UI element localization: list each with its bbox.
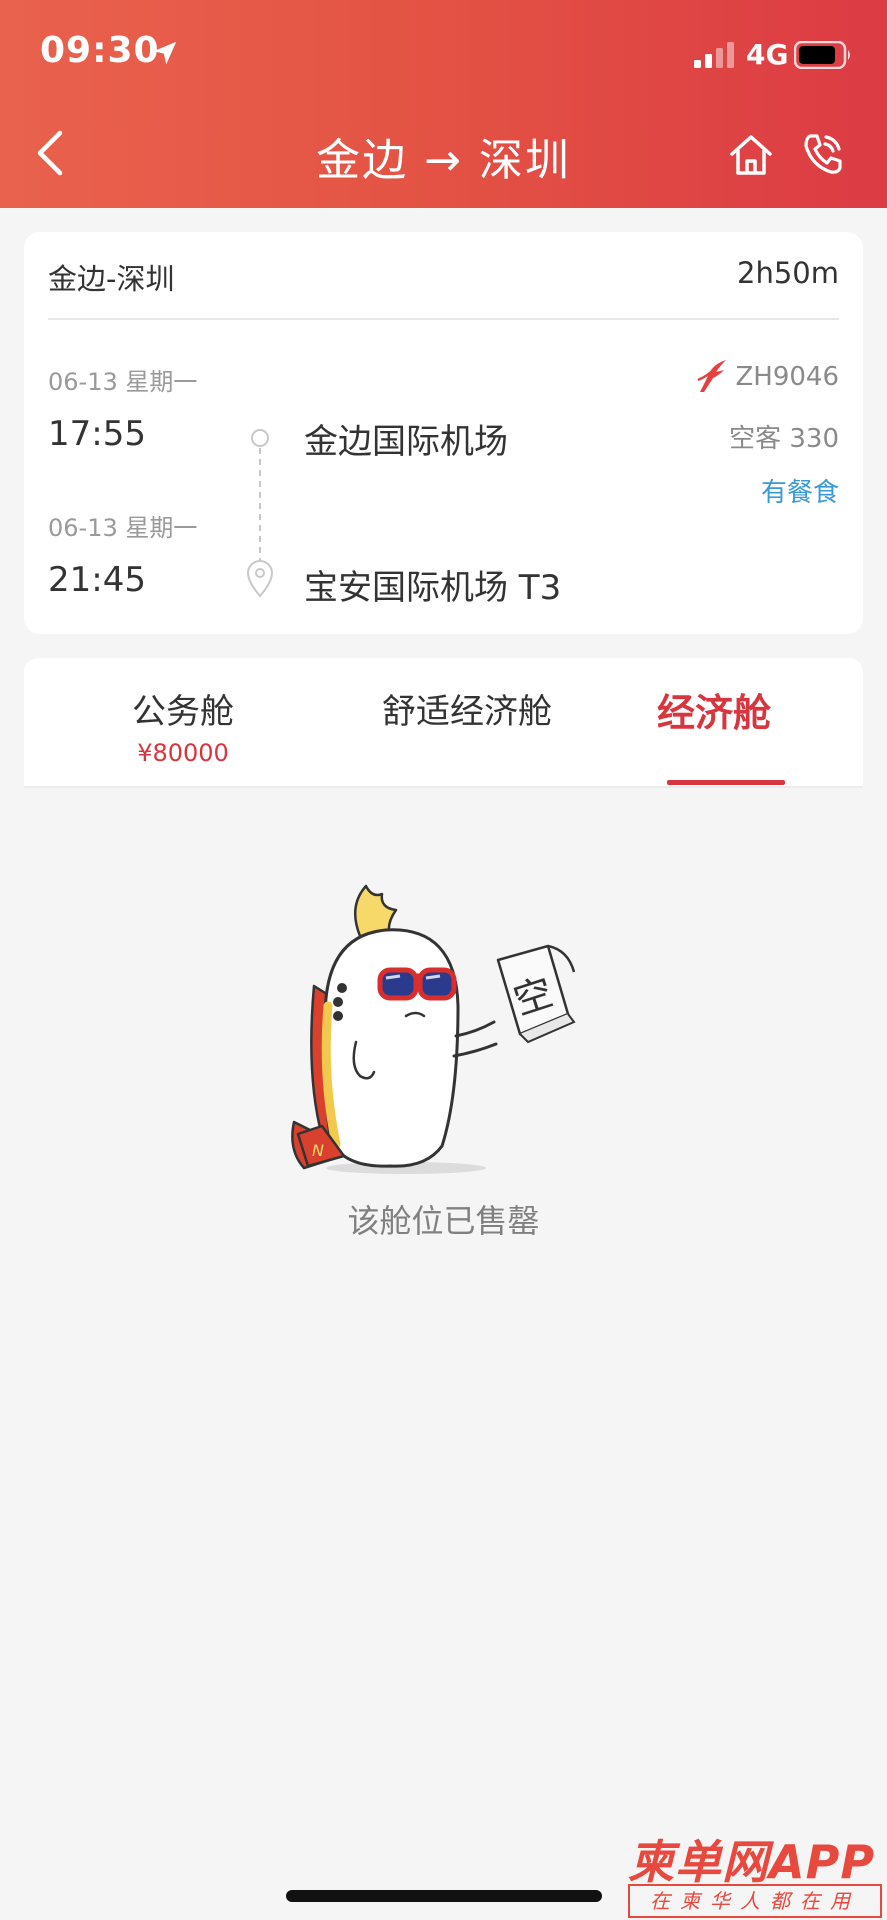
home-indicator[interactable] [286,1890,602,1902]
departure-time: 17:55 [48,414,146,454]
arrival-pin-icon [246,560,274,598]
departure-airport: 金边国际机场 [304,422,508,462]
signal-icon [694,42,734,68]
flight-timeline [246,429,274,598]
tab-business-price: ¥80000 [137,739,229,767]
route-row: 金边-深圳 2h50m [48,232,839,320]
tab-business-label: 公务舱 [132,692,234,732]
tab-economy[interactable]: 经济舱 [614,658,814,786]
sold-out-mascot-illustration: N 空 [291,884,576,1174]
flight-info-card: 金边-深圳 2h50m 06-13 星期一 17:55 06-13 星期一 21… [24,232,863,634]
aircraft-type: 空客 330 [729,424,839,454]
battery-icon [794,41,850,69]
watermark-subtitle: 在柬华人都在用 [628,1884,882,1918]
header-bar: 09:30 4G 金边 → 深圳 [0,0,887,208]
arrival-date: 06-13 星期一 [48,514,198,542]
arrival-airport: 宝安国际机场 T3 [304,568,562,608]
departure-date: 06-13 星期一 [48,368,198,396]
status-time: 09:30 [40,30,160,71]
route-label: 金边-深圳 [48,262,175,296]
tab-economy-label: 经济舱 [656,691,771,735]
watermark-logo: 柬单网APP 在柬华人都在用 [628,1826,882,1920]
watermark-title: 柬单网APP [628,1835,876,1889]
tab-business[interactable]: 公务舱 ¥80000 [74,658,292,786]
flight-number: ZH9046 [735,362,839,392]
home-icon[interactable] [728,132,774,178]
network-type: 4G [746,38,789,71]
departure-dot-icon [251,429,269,447]
cabin-tabs: 公务舱 ¥80000 舒适经济舱 经济舱 [24,658,863,788]
active-tab-indicator [667,780,785,785]
tab-premium-economy[interactable]: 舒适经济舱 [342,658,592,786]
arrival-time: 21:45 [48,560,146,600]
tab-premium-economy-label: 舒适经济舱 [382,692,552,732]
airline-logo-icon [697,360,726,392]
phone-icon[interactable] [800,130,846,178]
location-arrow-icon [153,41,177,65]
flight-duration: 2h50m [737,256,839,290]
svg-text:N: N [312,1141,324,1160]
meal-info: 有餐食 [760,478,839,508]
sold-out-message: 该舱位已售罄 [347,1202,540,1240]
back-button[interactable] [28,125,74,181]
